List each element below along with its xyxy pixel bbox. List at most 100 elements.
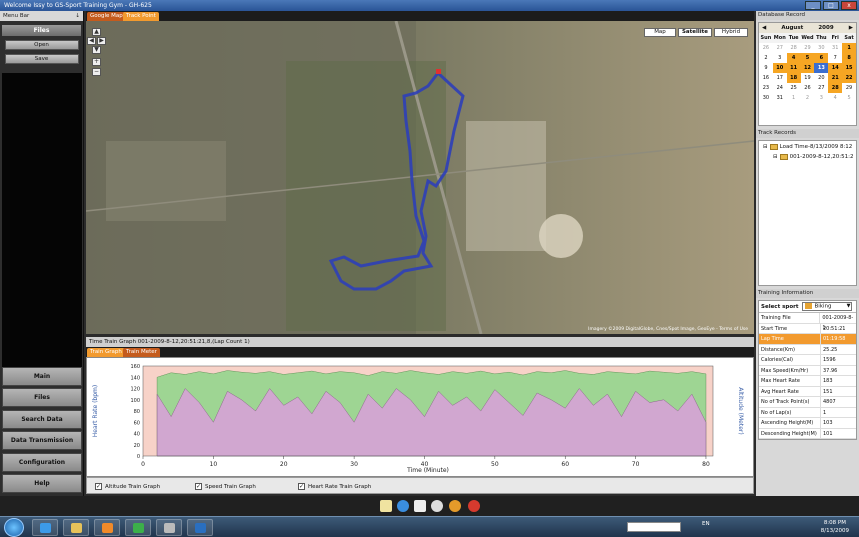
calendar-day[interactable]: 20 xyxy=(814,73,828,83)
calendar-day[interactable]: 2 xyxy=(759,53,773,63)
document-icon[interactable] xyxy=(414,500,426,512)
calendar-day[interactable]: 21 xyxy=(828,73,843,83)
bike-icon xyxy=(779,154,788,160)
calendar-day[interactable]: 26 xyxy=(759,43,773,53)
nav-main[interactable]: Main xyxy=(2,367,82,386)
heart-rate-checkbox[interactable]: ✓ Heart Rate Train Graph xyxy=(298,483,371,490)
save-button[interactable]: Save xyxy=(4,54,79,64)
users-icon[interactable] xyxy=(449,500,461,512)
calendar-day[interactable]: 7 xyxy=(828,53,842,63)
taskbar-explorer[interactable] xyxy=(63,519,89,536)
calendar-day[interactable]: 27 xyxy=(773,43,787,53)
taskbar-media[interactable] xyxy=(94,519,120,536)
next-month-icon[interactable]: ▶ xyxy=(849,25,853,31)
nav-help[interactable]: Help xyxy=(2,474,82,493)
calendar-day[interactable]: 23 xyxy=(759,83,773,93)
info-value: 101 xyxy=(823,430,833,437)
menu-bar: Menu Bar ↓ Files Open Save Main Files Se… xyxy=(0,11,84,496)
collapse-icon[interactable]: ⊟ xyxy=(763,144,768,150)
calendar-day[interactable]: 16 xyxy=(759,73,773,83)
calendar-day[interactable]: 29 xyxy=(801,43,815,53)
calendar-day[interactable]: 19 xyxy=(801,73,815,83)
maximize-button[interactable]: □ xyxy=(823,1,839,10)
taskbar-app[interactable] xyxy=(156,519,182,536)
calendar-day[interactable]: 3 xyxy=(773,53,787,63)
calendar-day[interactable]: 27 xyxy=(814,83,828,93)
taskbar-clock[interactable]: 8:08 PM 8/13/2009 xyxy=(821,519,849,535)
tab-google-map[interactable]: Google Map xyxy=(87,12,126,21)
calendar-day[interactable]: 8 xyxy=(842,53,856,63)
calendar-day[interactable]: 25 xyxy=(787,83,801,93)
calendar-day[interactable]: 31 xyxy=(828,43,842,53)
language-indicator[interactable]: EN xyxy=(702,521,710,527)
calendar-day[interactable]: 3 xyxy=(814,93,828,103)
tab-train-meter[interactable]: Train Meter xyxy=(123,348,160,357)
y-tick-label: 120 xyxy=(130,387,140,393)
open-button[interactable]: Open xyxy=(4,40,79,50)
calendar-month[interactable]: August xyxy=(781,25,803,31)
pan-up-icon[interactable]: ▲ xyxy=(92,28,101,36)
pan-right-icon[interactable]: ▶ xyxy=(97,37,106,45)
pan-down-icon[interactable]: ▼ xyxy=(92,46,101,54)
calendar-day[interactable]: 13 xyxy=(814,63,829,73)
calendar-day[interactable]: 1 xyxy=(842,43,856,53)
zoom-in-icon[interactable]: + xyxy=(92,58,101,66)
nav-files[interactable]: Files xyxy=(2,388,82,407)
calendar-day[interactable]: 24 xyxy=(773,83,787,93)
speed-checkbox[interactable]: ✓ Speed Train Graph xyxy=(195,483,256,490)
tray-search-input[interactable] xyxy=(627,522,681,532)
zoom-out-icon[interactable]: − xyxy=(92,68,101,76)
calendar-year[interactable]: 2009 xyxy=(818,25,833,31)
calendar-day[interactable]: 28 xyxy=(828,83,843,93)
pan-left-icon[interactable]: ◀ xyxy=(87,37,96,45)
calendar-day[interactable]: 4 xyxy=(786,53,801,63)
calendar-day[interactable]: 22 xyxy=(842,73,856,83)
calendar-day[interactable]: 9 xyxy=(759,63,773,73)
calendar-day[interactable]: 29 xyxy=(842,83,856,93)
calendar-day[interactable]: 2 xyxy=(801,93,815,103)
taskbar-gs-sport[interactable] xyxy=(187,519,213,536)
calendar-day[interactable]: 28 xyxy=(787,43,801,53)
calendar-day[interactable]: 5 xyxy=(842,93,856,103)
taskbar-ie[interactable] xyxy=(32,519,58,536)
satellite-map[interactable]: Map Satellite Hybrid ▲ ◀ ▶ ▼ + − Imagery… xyxy=(86,21,754,334)
calendar-day[interactable]: 17 xyxy=(773,73,787,83)
tab-track-point[interactable]: Track Point xyxy=(123,12,159,21)
exit-icon[interactable] xyxy=(468,500,480,512)
map-type-satellite[interactable]: Satellite xyxy=(678,28,712,37)
globe-icon[interactable] xyxy=(397,500,409,512)
start-button[interactable] xyxy=(4,518,24,537)
altitude-checkbox[interactable]: ✓ Altitude Train Graph xyxy=(95,483,160,490)
calendar-day[interactable]: 11 xyxy=(786,63,801,73)
calendar-day[interactable]: 31 xyxy=(773,93,787,103)
taskbar-play[interactable] xyxy=(125,519,151,536)
prev-month-icon[interactable]: ◀ xyxy=(762,25,766,31)
calendar-day[interactable]: 30 xyxy=(759,93,773,103)
calendar-day[interactable]: 26 xyxy=(801,83,815,93)
map-type-map[interactable]: Map xyxy=(644,28,676,37)
calendar-day[interactable]: 15 xyxy=(842,63,856,73)
sport-dropdown[interactable]: Biking ▼ xyxy=(802,302,853,311)
calendar-day[interactable]: 14 xyxy=(828,63,843,73)
nav-search-data[interactable]: Search Data xyxy=(2,410,82,429)
disc-icon[interactable] xyxy=(431,500,443,512)
pin-icon[interactable]: ↓ xyxy=(75,11,80,21)
minimize-button[interactable]: _ xyxy=(805,1,821,10)
new-file-icon[interactable] xyxy=(380,500,392,512)
calendar-day[interactable]: 4 xyxy=(828,93,842,103)
calendar-day[interactable]: 1 xyxy=(787,93,801,103)
nav-data-transmission[interactable]: Data Transmission xyxy=(2,431,82,450)
calendar-day[interactable]: 18 xyxy=(786,73,801,83)
collapse-icon[interactable]: ⊟ xyxy=(773,154,778,160)
tree-node-load[interactable]: ⊟ Load Time-8/13/2009 8:12 xyxy=(763,144,852,150)
map-type-hybrid[interactable]: Hybrid xyxy=(714,28,748,37)
calendar-day[interactable]: 30 xyxy=(814,43,828,53)
calendar-day[interactable]: 10 xyxy=(772,63,787,73)
calendar-day[interactable]: 5 xyxy=(800,53,815,63)
calendar-day[interactable]: 12 xyxy=(800,63,815,73)
close-button[interactable]: x xyxy=(841,1,857,10)
calendar-day[interactable]: 6 xyxy=(814,53,829,63)
nav-configuration[interactable]: Configuration xyxy=(2,453,82,472)
tab-train-graph[interactable]: Train Graph xyxy=(87,348,125,357)
tree-node-track[interactable]: ⊟ 001-2009-8-12,20:51:2 xyxy=(773,154,854,160)
